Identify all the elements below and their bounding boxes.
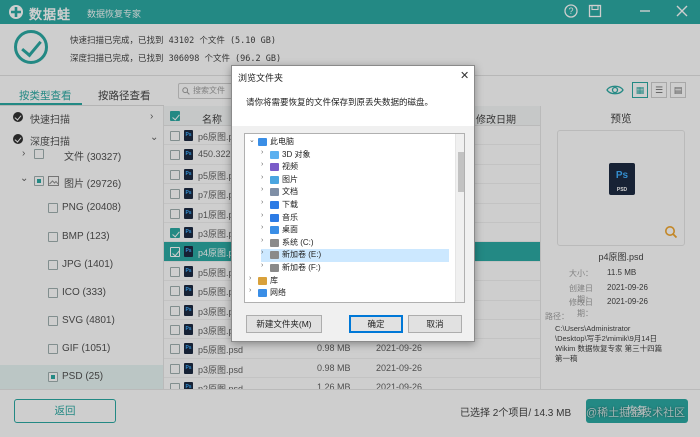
chevron-right-icon[interactable]: ›: [261, 161, 263, 168]
pc-icon: [258, 138, 267, 146]
chevron-right-icon[interactable]: ›: [261, 212, 263, 219]
folder-tree-label: 音乐: [282, 212, 298, 222]
chevron-right-icon[interactable]: ›: [261, 224, 263, 231]
picture-icon: [270, 175, 279, 184]
folder-tree-label: 下载: [282, 200, 298, 209]
chevron-right-icon[interactable]: ›: [261, 186, 263, 193]
folder-tree-label: 系统 (C:): [282, 237, 314, 247]
new-folder-button[interactable]: 新建文件夹(M): [246, 315, 322, 333]
chevron-right-icon[interactable]: ›: [249, 287, 251, 294]
folder-tree-label: 新加卷 (F:): [282, 263, 321, 272]
browse-folder-dialog: 浏览文件夹 ✕ 请你将需要恢复的文件保存到原丢失数据的磁盘。 ⌄ 此电脑 › 3D 对…: [231, 65, 475, 342]
chevron-right-icon[interactable]: ›: [249, 275, 251, 282]
video-icon: [270, 163, 279, 172]
folder-tree-item[interactable]: › 视频: [261, 161, 449, 174]
tree-scroll-thumb[interactable]: [458, 152, 464, 192]
folder-tree-item[interactable]: › 网络: [249, 287, 449, 300]
drive-icon: [270, 238, 279, 247]
folder-tree-item[interactable]: › 新加卷 (E:): [261, 249, 449, 262]
folder-tree-label: 新加卷 (E:): [282, 250, 322, 260]
folder-tree-item[interactable]: › 文档: [261, 186, 449, 199]
tree-scrollbar[interactable]: [455, 134, 464, 302]
folder-tree-item[interactable]: › 库: [249, 275, 449, 288]
chevron-right-icon[interactable]: ›: [261, 174, 263, 181]
chevron-right-icon[interactable]: ›: [261, 149, 263, 156]
folder3d-icon: [270, 150, 279, 159]
library-icon: [258, 276, 267, 285]
folder-tree-item[interactable]: › 新加卷 (F:): [261, 262, 449, 275]
desktop-icon: [270, 226, 279, 235]
folder-tree-item[interactable]: ⌄ 此电脑: [249, 136, 449, 149]
folder-tree: ⌄ 此电脑 › 3D 对象 › 视频 › 图片 › 文档 › 下载 › 音乐 › 桌面 › 系统 (C:) › 新加卷…: [244, 133, 465, 303]
folder-tree-item[interactable]: › 3D 对象: [261, 149, 449, 162]
doc-icon: [270, 188, 279, 197]
drive-icon: [270, 251, 279, 260]
folder-tree-label: 桌面: [282, 225, 298, 235]
chevron-right-icon[interactable]: ›: [261, 237, 263, 244]
drive-icon: [270, 264, 279, 272]
folder-tree-item[interactable]: › 系统 (C:): [261, 237, 449, 250]
folder-tree-label: 3D 对象: [282, 149, 311, 159]
music-icon: [270, 213, 279, 222]
folder-tree-label: 此电脑: [270, 137, 294, 146]
chevron-right-icon[interactable]: ›: [261, 262, 263, 269]
dialog-description: 请你将需要恢复的文件保存到原丢失数据的磁盘。: [246, 97, 434, 107]
folder-tree-label: 库: [270, 275, 278, 285]
chevron-right-icon[interactable]: ›: [261, 249, 263, 256]
network-icon: [258, 289, 267, 298]
folder-tree-label: 网络: [270, 288, 286, 298]
folder-tree-label: 文档: [282, 187, 298, 197]
dialog-close-icon[interactable]: ✕: [460, 69, 469, 82]
folder-tree-label: 图片: [282, 174, 298, 184]
folder-tree-item[interactable]: › 下载: [261, 199, 449, 212]
download-icon: [270, 201, 279, 209]
folder-tree-item[interactable]: › 音乐: [261, 212, 449, 225]
ok-button[interactable]: 确定: [349, 315, 403, 333]
chevron-right-icon[interactable]: ›: [261, 199, 263, 206]
dialog-title: 浏览文件夹: [238, 73, 284, 83]
folder-tree-item[interactable]: › 桌面: [261, 224, 449, 237]
folder-tree-label: 视频: [282, 162, 298, 172]
app-window: 数据蛙 数据恢复专家 ? 快速扫描已完成，已找到 43102 个文件 (5.10…: [0, 0, 700, 437]
cancel-button[interactable]: 取消: [408, 315, 462, 333]
folder-tree-item[interactable]: › 图片: [261, 174, 449, 187]
chevron-down-icon[interactable]: ⌄: [249, 136, 255, 144]
